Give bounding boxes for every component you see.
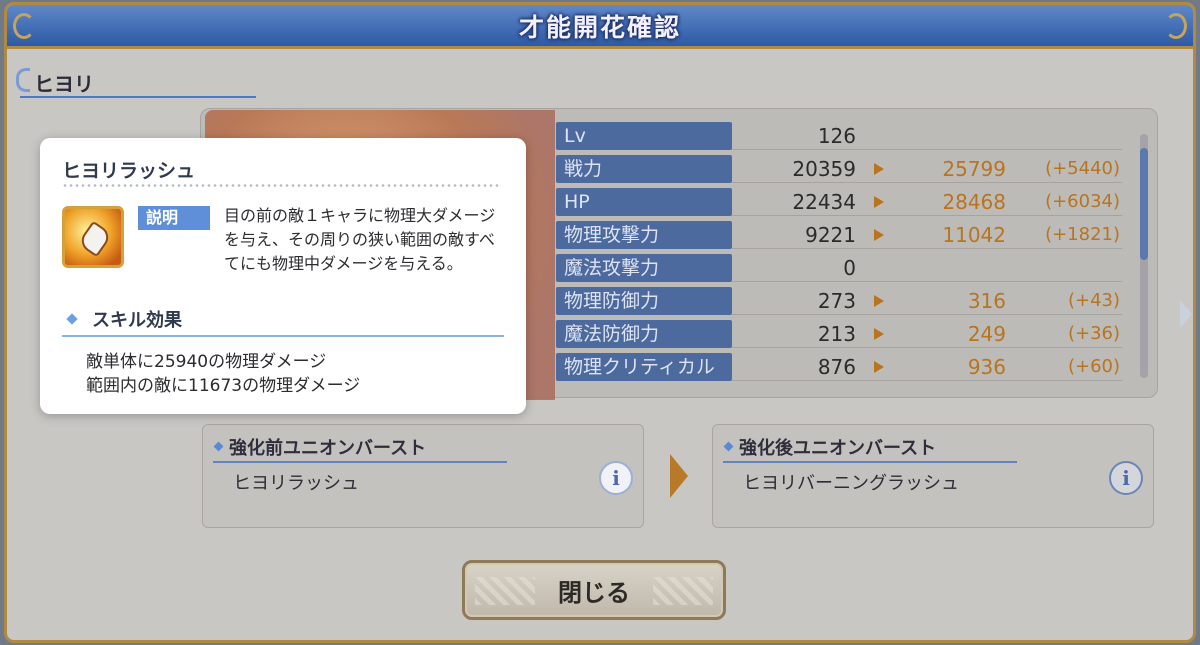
stat-diff-value: (+6034) bbox=[1045, 191, 1120, 212]
stat-new-value: 28468 bbox=[942, 190, 1006, 214]
next-page-arrow-icon[interactable] bbox=[1180, 300, 1192, 328]
stat-label: 物理クリティカル bbox=[556, 353, 732, 381]
close-button[interactable]: 閉じる bbox=[462, 560, 726, 620]
row-divider bbox=[732, 248, 1122, 249]
skill-detail-popup[interactable]: ヒヨリラッシュ 説明 目の前の敵１キャラに物理大ダメージを与え、その周りの狭い範… bbox=[40, 138, 526, 414]
stat-label: 魔法防御力 bbox=[556, 320, 732, 348]
stat-row: 物理攻撃力 9221 11042 (+1821) bbox=[556, 221, 1126, 249]
union-burst-after-title: 強化後ユニオンバースト bbox=[739, 438, 937, 459]
skill-effect-heading: スキル効果 bbox=[92, 310, 182, 331]
stat-base-value: 9221 bbox=[805, 223, 856, 247]
row-divider bbox=[732, 149, 1122, 150]
character-name: ヒヨリ bbox=[34, 72, 94, 96]
close-button-label: 閉じる bbox=[558, 578, 630, 607]
stat-row: Lv 126 bbox=[556, 122, 1126, 150]
row-divider bbox=[732, 347, 1122, 348]
stats-scroll-thumb[interactable] bbox=[1140, 148, 1148, 260]
arrow-right-icon bbox=[670, 454, 688, 498]
diamond-bullet-icon bbox=[66, 313, 78, 325]
row-divider bbox=[732, 215, 1122, 216]
diamond-bullet-icon bbox=[723, 441, 734, 452]
arrow-right-icon bbox=[874, 163, 884, 175]
arrow-right-icon bbox=[874, 295, 884, 307]
stat-new-value: 316 bbox=[967, 289, 1006, 313]
info-icon[interactable]: i bbox=[599, 461, 633, 495]
stat-new-value: 25799 bbox=[942, 157, 1006, 181]
title-bar: 才能開花確認 bbox=[7, 5, 1193, 49]
stat-base-value: 20359 bbox=[792, 157, 856, 181]
stat-diff-value: (+36) bbox=[1067, 323, 1120, 344]
row-divider bbox=[732, 281, 1122, 282]
stat-base-value: 213 bbox=[817, 322, 856, 346]
union-burst-before-skill: ヒヨリラッシュ bbox=[233, 473, 359, 494]
stat-base-value: 876 bbox=[817, 355, 856, 379]
stat-label: 戦力 bbox=[556, 155, 732, 183]
stat-row: 魔法防御力 213 249 (+36) bbox=[556, 320, 1126, 348]
effect-line-1: 敵単体に25940の物理ダメージ bbox=[86, 352, 327, 372]
divider bbox=[62, 335, 504, 337]
union-burst-before-title: 強化前ユニオンバースト bbox=[229, 438, 427, 459]
dotted-divider bbox=[62, 184, 500, 187]
union-burst-before: 強化前ユニオンバースト ヒヨリラッシュ i bbox=[202, 424, 644, 528]
stat-new-value: 936 bbox=[967, 355, 1006, 379]
union-burst-after: 強化後ユニオンバースト ヒヨリバーニングラッシュ i bbox=[712, 424, 1154, 528]
description-tag: 説明 bbox=[138, 206, 210, 230]
dialog-title: 才能開花確認 bbox=[518, 12, 681, 42]
stat-label: 物理防御力 bbox=[556, 287, 732, 315]
skill-effect-text: 敵単体に25940の物理ダメージ 範囲内の敵に11673の物理ダメージ bbox=[86, 350, 360, 398]
ornament-left-icon bbox=[13, 13, 35, 39]
stat-row: 戦力 20359 25799 (+5440) bbox=[556, 155, 1126, 183]
stat-base-value: 273 bbox=[817, 289, 856, 313]
effect-line-2: 範囲内の敵に11673の物理ダメージ bbox=[86, 376, 361, 396]
stat-base-value: 126 bbox=[817, 124, 856, 148]
stat-diff-value: (+1821) bbox=[1045, 224, 1120, 245]
stat-row: 物理防御力 273 316 (+43) bbox=[556, 287, 1126, 315]
button-pattern bbox=[475, 577, 535, 605]
stat-label: HP bbox=[556, 188, 732, 216]
stat-new-value: 11042 bbox=[942, 223, 1006, 247]
row-divider bbox=[732, 182, 1122, 183]
stat-label: Lv bbox=[556, 122, 732, 150]
ornament-right-icon bbox=[1165, 13, 1187, 39]
stat-diff-value: (+60) bbox=[1067, 356, 1120, 377]
diamond-bullet-icon bbox=[213, 441, 224, 452]
stat-diff-value: (+43) bbox=[1067, 290, 1120, 311]
button-pattern bbox=[653, 577, 713, 605]
info-icon[interactable]: i bbox=[1109, 461, 1143, 495]
row-divider bbox=[732, 314, 1122, 315]
stat-base-value: 22434 bbox=[792, 190, 856, 214]
arrow-right-icon bbox=[874, 196, 884, 208]
stat-row: 魔法攻撃力 0 bbox=[556, 254, 1126, 282]
blade-icon bbox=[77, 220, 113, 258]
stat-diff-value: (+5440) bbox=[1045, 158, 1120, 179]
character-name-underline bbox=[20, 96, 256, 98]
arrow-right-icon bbox=[874, 229, 884, 241]
arrow-right-icon bbox=[874, 361, 884, 373]
stat-new-value: 249 bbox=[967, 322, 1006, 346]
stat-label: 物理攻撃力 bbox=[556, 221, 732, 249]
stat-base-value: 0 bbox=[843, 256, 856, 280]
stat-label: 魔法攻撃力 bbox=[556, 254, 732, 282]
divider bbox=[213, 461, 507, 463]
character-mark-icon bbox=[16, 68, 30, 92]
stat-row: 物理クリティカル 876 936 (+60) bbox=[556, 353, 1126, 381]
skill-icon bbox=[62, 206, 124, 268]
divider bbox=[723, 461, 1017, 463]
arrow-right-icon bbox=[874, 328, 884, 340]
popup-title: ヒヨリラッシュ bbox=[62, 160, 196, 182]
skill-description: 目の前の敵１キャラに物理大ダメージを与え、その周りの狭い範囲の敵すべてにも物理中… bbox=[224, 206, 496, 273]
stat-row: HP 22434 28468 (+6034) bbox=[556, 188, 1126, 216]
row-divider bbox=[732, 380, 1122, 381]
union-burst-after-skill: ヒヨリバーニングラッシュ bbox=[743, 473, 959, 494]
